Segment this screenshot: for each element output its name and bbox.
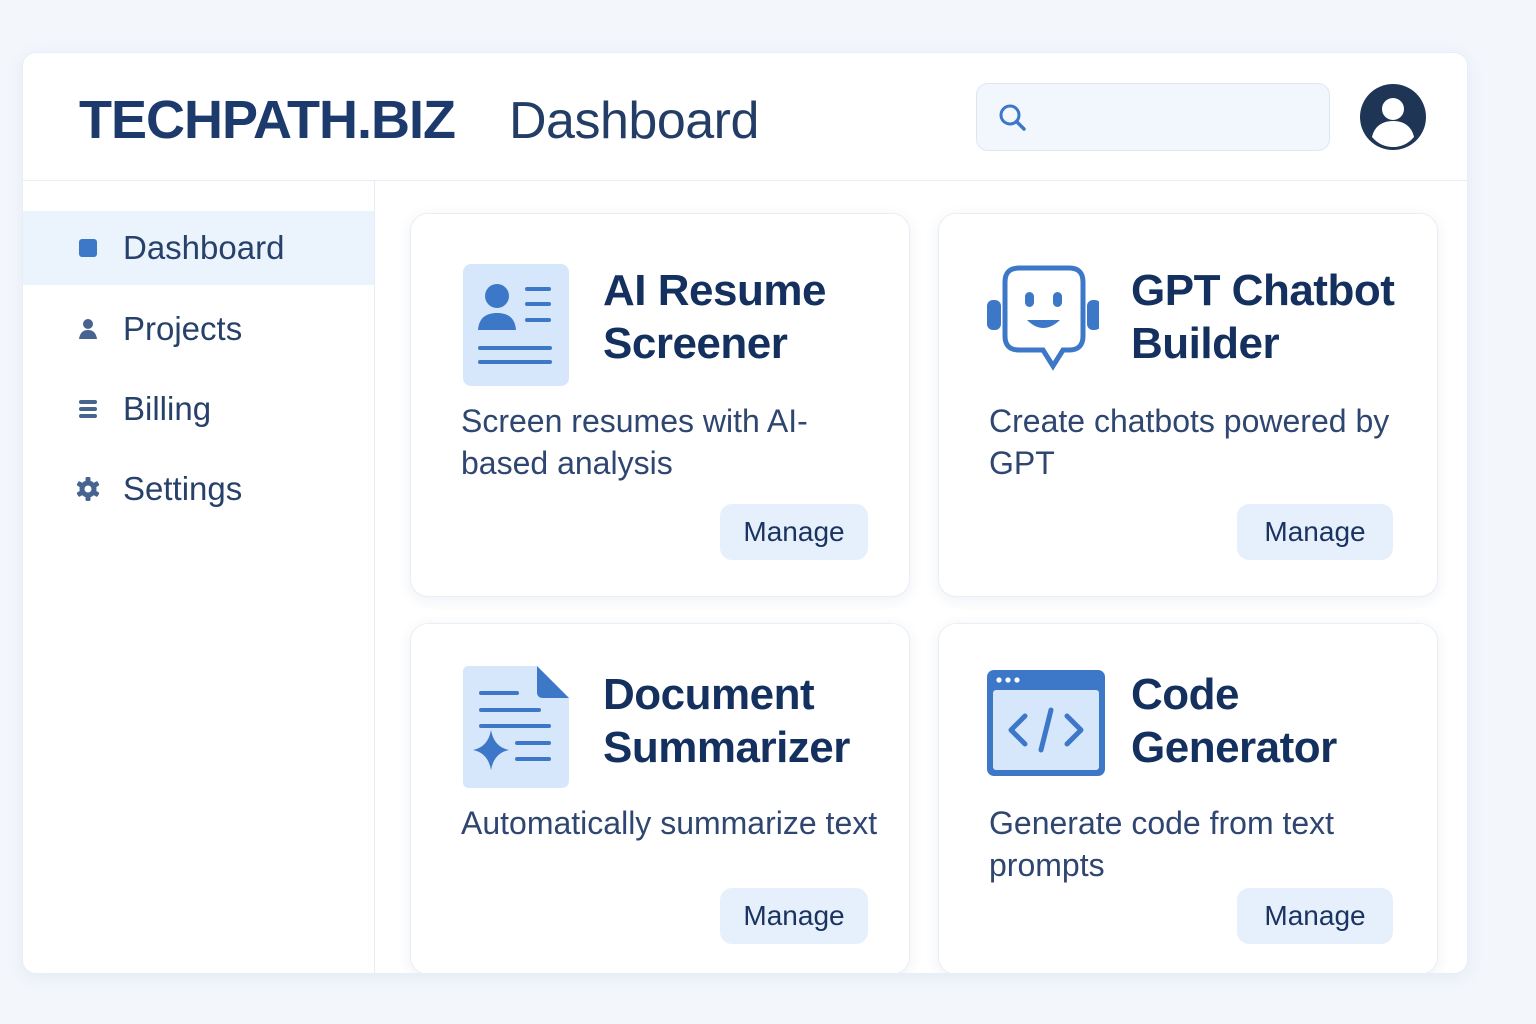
- page-title: Dashboard: [509, 92, 759, 150]
- search-input[interactable]: [1041, 94, 1311, 142]
- resume-icon: [463, 264, 569, 386]
- sidebar-item-label: Dashboard: [123, 229, 285, 266]
- search-icon: [999, 104, 1026, 131]
- card-description: Automatically summarize text: [461, 805, 878, 841]
- person-icon: [75, 316, 101, 342]
- gear-icon: [75, 476, 101, 502]
- chatbot-icon: [987, 265, 1099, 371]
- card-description: Screen resumes with AI-based analysis: [461, 403, 808, 481]
- brand-logo[interactable]: TECHPATH.BIZ: [79, 89, 456, 151]
- sidebar-item-billing[interactable]: Billing: [23, 372, 374, 446]
- sidebar-item-label: Billing: [123, 390, 212, 427]
- header-bar: TECHPATH.BIZ Dashboard: [23, 53, 1467, 181]
- card-title: AI Resume Screener: [603, 264, 903, 370]
- card-title-line: Generator: [1131, 723, 1337, 772]
- user-avatar-icon[interactable]: [1359, 83, 1427, 151]
- sidebar: Dashboard Projects Billing Settings: [23, 181, 375, 973]
- sidebar-item-projects[interactable]: Projects: [23, 292, 374, 366]
- card-title-line: Builder: [1131, 319, 1280, 368]
- card-gpt-chatbot-builder: GPT Chatbot Builder Create chatbots powe…: [938, 213, 1438, 597]
- card-title: Document Summarizer: [603, 668, 903, 774]
- card-title-line: Screener: [603, 319, 788, 368]
- list-icon: [75, 396, 101, 422]
- card-document-summarizer: Document Summarizer Automatically summar…: [410, 623, 910, 973]
- square-icon: [75, 235, 101, 261]
- sidebar-item-label: Settings: [123, 470, 243, 507]
- card-title-line: Summarizer: [603, 723, 850, 772]
- card-title-line: Document: [603, 670, 815, 719]
- manage-button[interactable]: Manage: [720, 888, 868, 944]
- app-window: TECHPATH.BIZ Dashboard Dashboard Project…: [22, 52, 1468, 974]
- search-box[interactable]: [976, 83, 1330, 151]
- code-window-icon: [987, 670, 1105, 776]
- card-ai-resume-screener: AI Resume Screener Screen resumes with A…: [410, 213, 910, 597]
- sidebar-item-settings[interactable]: Settings: [23, 452, 374, 526]
- card-title-line: AI Resume: [603, 266, 826, 315]
- manage-button[interactable]: Manage: [720, 504, 868, 560]
- sidebar-item-dashboard[interactable]: Dashboard: [23, 211, 374, 285]
- card-description: Generate code from text prompts: [989, 805, 1335, 883]
- manage-button[interactable]: Manage: [1237, 504, 1393, 560]
- card-description: Create chatbots powered by GPT: [989, 403, 1390, 481]
- sidebar-item-label: Projects: [123, 310, 243, 347]
- document-sparkle-icon: [463, 666, 569, 788]
- card-title: GPT Chatbot Builder: [1131, 264, 1431, 370]
- card-title: Code Generator: [1131, 668, 1431, 774]
- card-title-line: Code: [1131, 670, 1240, 719]
- card-code-generator: Code Generator Generate code from text p…: [938, 623, 1438, 973]
- card-title-line: GPT Chatbot: [1131, 266, 1395, 315]
- manage-button[interactable]: Manage: [1237, 888, 1393, 944]
